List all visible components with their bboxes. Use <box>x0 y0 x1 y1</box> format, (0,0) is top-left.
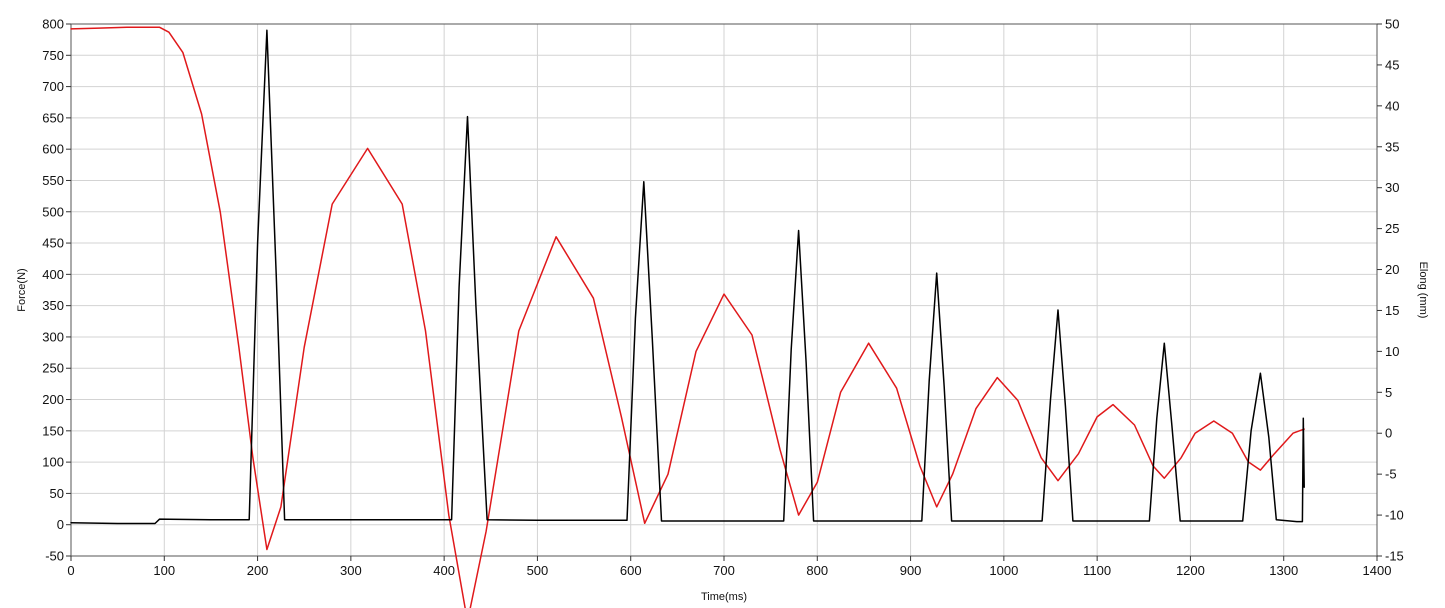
y-tick-label: 650 <box>42 110 64 125</box>
y-tick-label: 200 <box>42 392 64 407</box>
x-tick-label: 1400 <box>1363 563 1392 578</box>
y-tick-label: 800 <box>42 17 64 32</box>
y2-tick-label: -10 <box>1385 508 1404 523</box>
x-tick-label: 100 <box>153 563 175 578</box>
x-tick-label: 400 <box>433 563 455 578</box>
y-tick-label: 600 <box>42 142 64 157</box>
y-tick-label: 150 <box>42 423 64 438</box>
y-tick-label: 450 <box>42 236 64 251</box>
y-tick-label: 700 <box>42 79 64 94</box>
x-tick-label: 1300 <box>1269 563 1298 578</box>
x-tick-label: 200 <box>247 563 269 578</box>
y-axis-right-label: Elong (mm) <box>1417 262 1429 319</box>
x-tick-label: 1100 <box>1083 563 1111 578</box>
y-tick-label: 350 <box>42 298 64 313</box>
x-tick-label: 900 <box>900 563 922 578</box>
y2-tick-label: -15 <box>1385 549 1404 564</box>
y-tick-label: 50 <box>50 486 64 501</box>
chart: 0 100 200 300 400 500 600 700 800 900 1000 1100 1200… <box>0 0 1445 608</box>
y-tick-label: 250 <box>42 361 64 376</box>
y-tick-label: 100 <box>42 455 64 470</box>
x-tick-label: 800 <box>806 563 828 578</box>
x-tick-label: 1200 <box>1176 563 1205 578</box>
y2-tick-label: -5 <box>1385 467 1397 482</box>
y-tick-label: 550 <box>42 173 64 188</box>
y2-tick-label: 30 <box>1385 180 1399 195</box>
x-tick-label: 500 <box>527 563 549 578</box>
x-axis-label: Time(ms) <box>701 591 747 603</box>
y2-tick-label: 5 <box>1385 385 1392 400</box>
y-tick-label: 400 <box>42 267 64 282</box>
x-tick-label: 0 <box>67 563 74 578</box>
y2-tick-label: 35 <box>1385 139 1399 154</box>
y-tick-label: 500 <box>42 204 64 219</box>
x-tick-label: 700 <box>713 563 735 578</box>
y2-tick-label: 0 <box>1385 426 1392 441</box>
y-tick-label: -50 <box>45 549 64 564</box>
y2-tick-label: 50 <box>1385 17 1399 32</box>
y2-tick-label: 15 <box>1385 303 1399 318</box>
chart-background <box>0 0 1445 608</box>
y2-tick-label: 45 <box>1385 57 1399 72</box>
y2-tick-label: 40 <box>1385 98 1399 113</box>
x-tick-label: 300 <box>340 563 362 578</box>
y-axis-left-label: Force(N) <box>16 268 28 311</box>
x-tick-label: 600 <box>620 563 642 578</box>
y2-tick-label: 20 <box>1385 262 1399 277</box>
y-tick-label: 750 <box>42 48 64 63</box>
y-tick-label: 300 <box>42 329 64 344</box>
y2-tick-label: 10 <box>1385 344 1399 359</box>
y2-tick-label: 25 <box>1385 221 1399 236</box>
x-tick-label: 1000 <box>989 563 1018 578</box>
y-tick-label: 0 <box>57 517 64 532</box>
